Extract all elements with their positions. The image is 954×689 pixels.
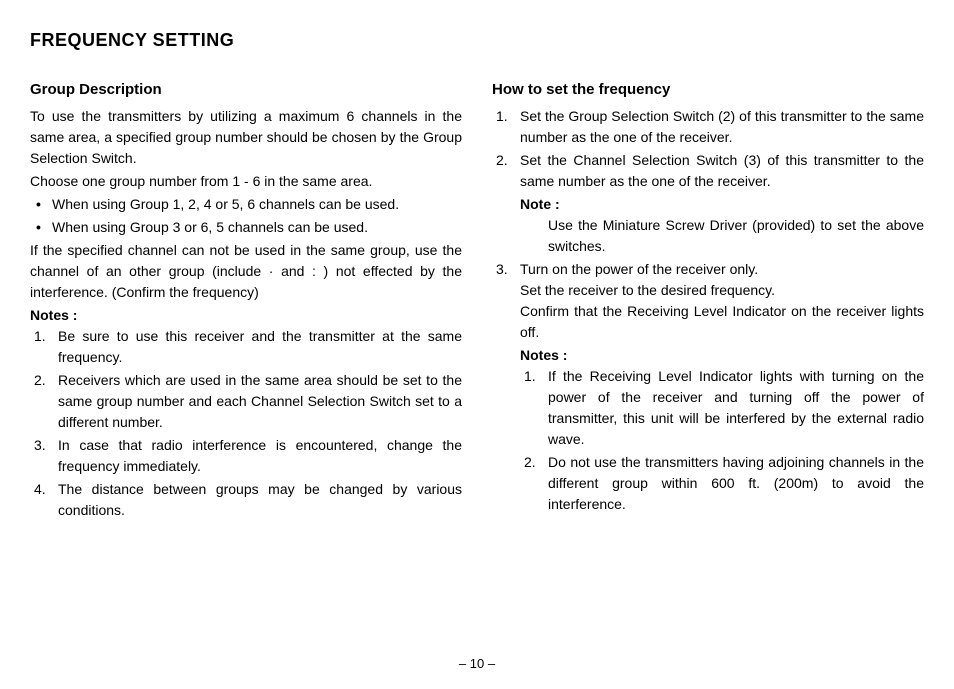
- how-to-set-heading: How to set the frequency: [492, 79, 924, 102]
- left-notes-list: Be sure to use this receiver and the tra…: [30, 326, 462, 521]
- note-label: Note :: [520, 196, 560, 212]
- bullet-item: When using Group 3 or 6, 5 channels can …: [52, 217, 462, 238]
- group-bullets: When using Group 1, 2, 4 or 5, 6 channel…: [30, 194, 462, 238]
- group-desc-p2: Choose one group number from 1 - 6 in th…: [30, 171, 462, 192]
- page-number: – 10 –: [0, 656, 954, 671]
- note-item: Receivers which are used in the same are…: [58, 370, 462, 433]
- note-item: In case that radio interference is encou…: [58, 435, 462, 477]
- notes-label: Notes :: [520, 347, 567, 363]
- group-desc-p1: To use the transmitters by utilizing a m…: [30, 106, 462, 169]
- step3-line3: Confirm that the Receiving Level Indicat…: [520, 301, 924, 343]
- steps-list: Set the Group Selection Switch (2) of th…: [492, 106, 924, 515]
- content-columns: Group Description To use the transmitter…: [30, 79, 924, 523]
- note-item: Be sure to use this receiver and the tra…: [58, 326, 462, 368]
- page-title: FREQUENCY SETTING: [30, 30, 924, 51]
- step-item: Set the Channel Selection Switch (3) of …: [520, 150, 924, 257]
- right-column: How to set the frequency Set the Group S…: [492, 79, 924, 523]
- bullet-item: When using Group 1, 2, 4 or 5, 6 channel…: [52, 194, 462, 215]
- step3-line2: Set the receiver to the desired frequenc…: [520, 280, 924, 301]
- group-description-heading: Group Description: [30, 79, 462, 102]
- note-item: If the Receiving Level Indicator lights …: [548, 366, 924, 450]
- left-column: Group Description To use the transmitter…: [30, 79, 462, 523]
- right-notes-list: If the Receiving Level Indicator lights …: [520, 366, 924, 515]
- step-item: Set the Group Selection Switch (2) of th…: [520, 106, 924, 148]
- group-desc-p3: If the specified channel can not be used…: [30, 240, 462, 303]
- note-item: The distance between groups may be chang…: [58, 479, 462, 521]
- step3-line1: Turn on the power of the receiver only.: [520, 261, 758, 277]
- step-text: Set the Channel Selection Switch (3) of …: [520, 152, 924, 189]
- note-text: Use the Miniature Screw Driver (provided…: [520, 215, 924, 257]
- step-item: Turn on the power of the receiver only. …: [520, 259, 924, 515]
- notes-label: Notes :: [30, 305, 462, 326]
- note-item: Do not use the transmitters having adjoi…: [548, 452, 924, 515]
